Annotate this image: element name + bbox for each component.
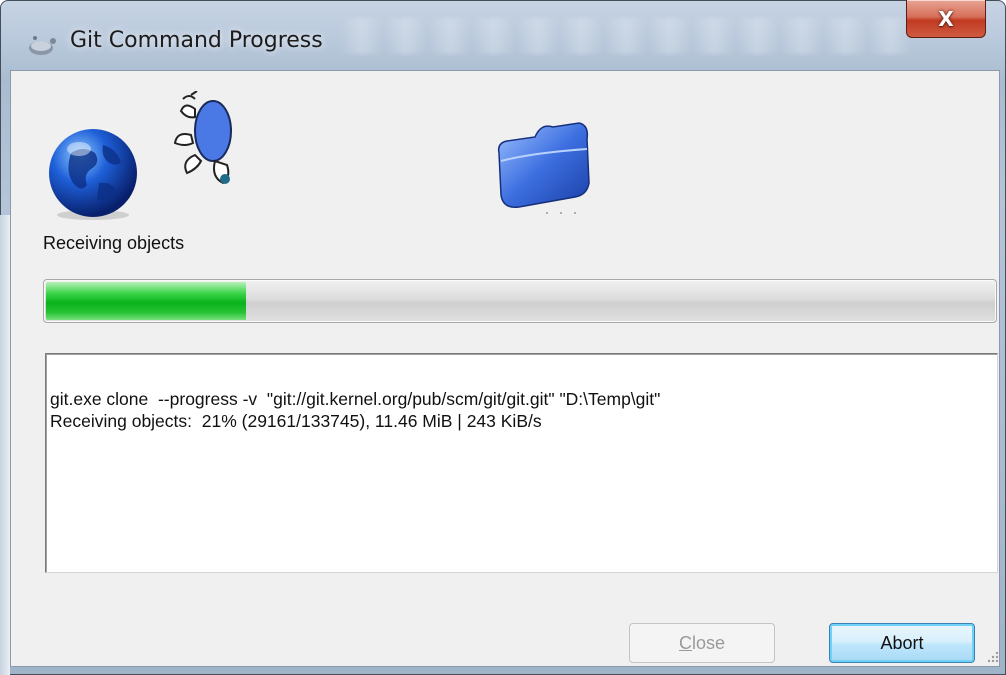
- close-button[interactable]: Close: [629, 623, 775, 663]
- window-title: Git Command Progress: [70, 28, 323, 53]
- progress-bar-fill: [46, 282, 246, 320]
- title-bar[interactable]: Git Command Progress X: [0, 0, 1006, 68]
- window-left-edge: [0, 215, 10, 675]
- window-close-button[interactable]: X: [906, 0, 986, 38]
- globe-icon: [49, 129, 137, 220]
- close-icon: X: [938, 6, 954, 31]
- progress-status-label: Receiving objects: [43, 233, 185, 253]
- log-line: git.exe clone --progress -v "git://git.k…: [50, 389, 661, 409]
- log-line: Receiving objects: 21% (29161/133745), 1…: [50, 411, 542, 431]
- abort-button[interactable]: Abort: [829, 623, 975, 663]
- git-command-icon: [29, 36, 56, 55]
- dialog-client-area: Receiving objects git.exe clone --progre…: [10, 70, 1000, 667]
- abort-button-label: Abort: [880, 632, 924, 653]
- output-log[interactable]: git.exe clone --progress -v "git://git.k…: [45, 353, 998, 573]
- close-button-label: lose: [691, 632, 726, 653]
- progress-bar: [43, 279, 997, 323]
- title-bar-glass: [340, 18, 910, 54]
- turtle-icon: [173, 91, 232, 185]
- close-button-mnemonic: C: [678, 632, 692, 653]
- resize-grip-icon[interactable]: [984, 646, 1000, 664]
- folder-icon: [497, 122, 590, 214]
